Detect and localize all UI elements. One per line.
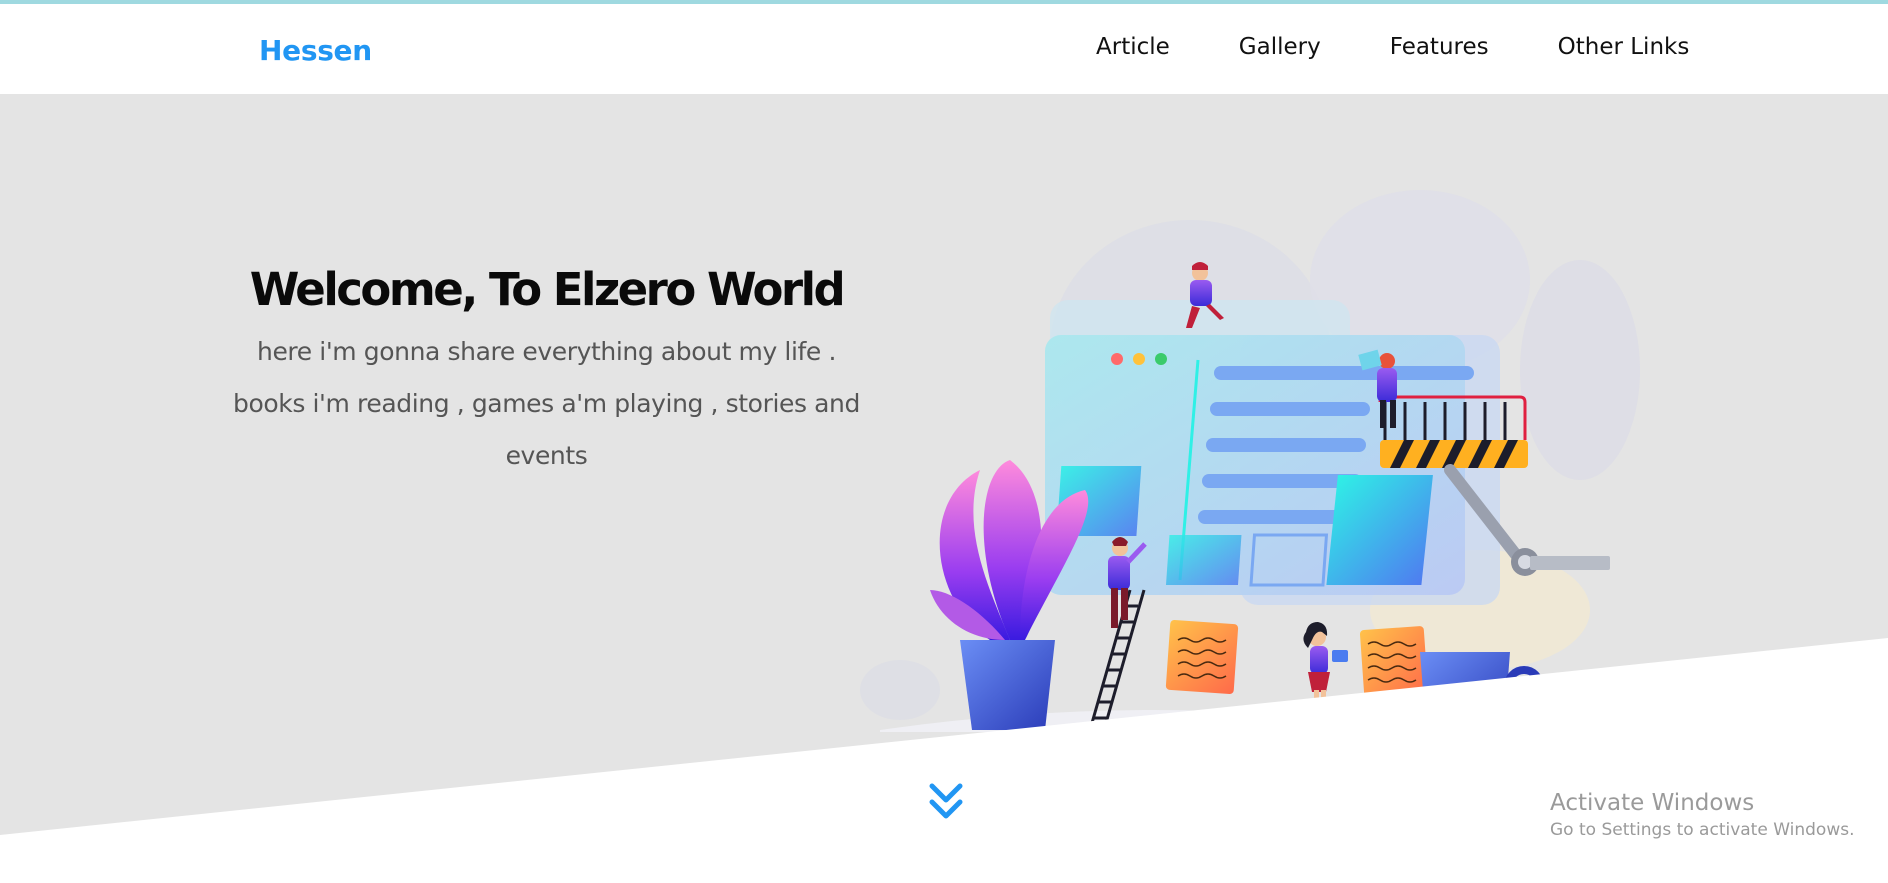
hero-title: Welcome, To Elzero World bbox=[249, 263, 846, 316]
page: Hessen Article Gallery Features Other Li… bbox=[0, 0, 1888, 883]
watermark-subtitle: Go to Settings to activate Windows. bbox=[1550, 820, 1855, 840]
site-header: Hessen Article Gallery Features Other Li… bbox=[0, 4, 1888, 94]
activate-windows-watermark: Activate Windows Go to Settings to activ… bbox=[1550, 790, 1855, 840]
site-logo[interactable]: Hessen bbox=[259, 34, 372, 67]
main-nav: Article Gallery Features Other Links bbox=[1060, 34, 1689, 60]
nav-link-other-links[interactable]: Other Links bbox=[1558, 34, 1690, 60]
hero-illustration bbox=[860, 190, 1640, 732]
nav-link-gallery[interactable]: Gallery bbox=[1239, 34, 1321, 60]
hero-description: here i'm gonna share everything about my… bbox=[233, 337, 860, 470]
watermark-title: Activate Windows bbox=[1550, 790, 1755, 816]
double-chevron-down-icon[interactable] bbox=[928, 782, 964, 822]
nav-link-article[interactable]: Article bbox=[1096, 34, 1170, 60]
nav-link-features[interactable]: Features bbox=[1390, 34, 1489, 60]
hero-text: Welcome, To Elzero World here i'm gonna … bbox=[230, 263, 863, 482]
